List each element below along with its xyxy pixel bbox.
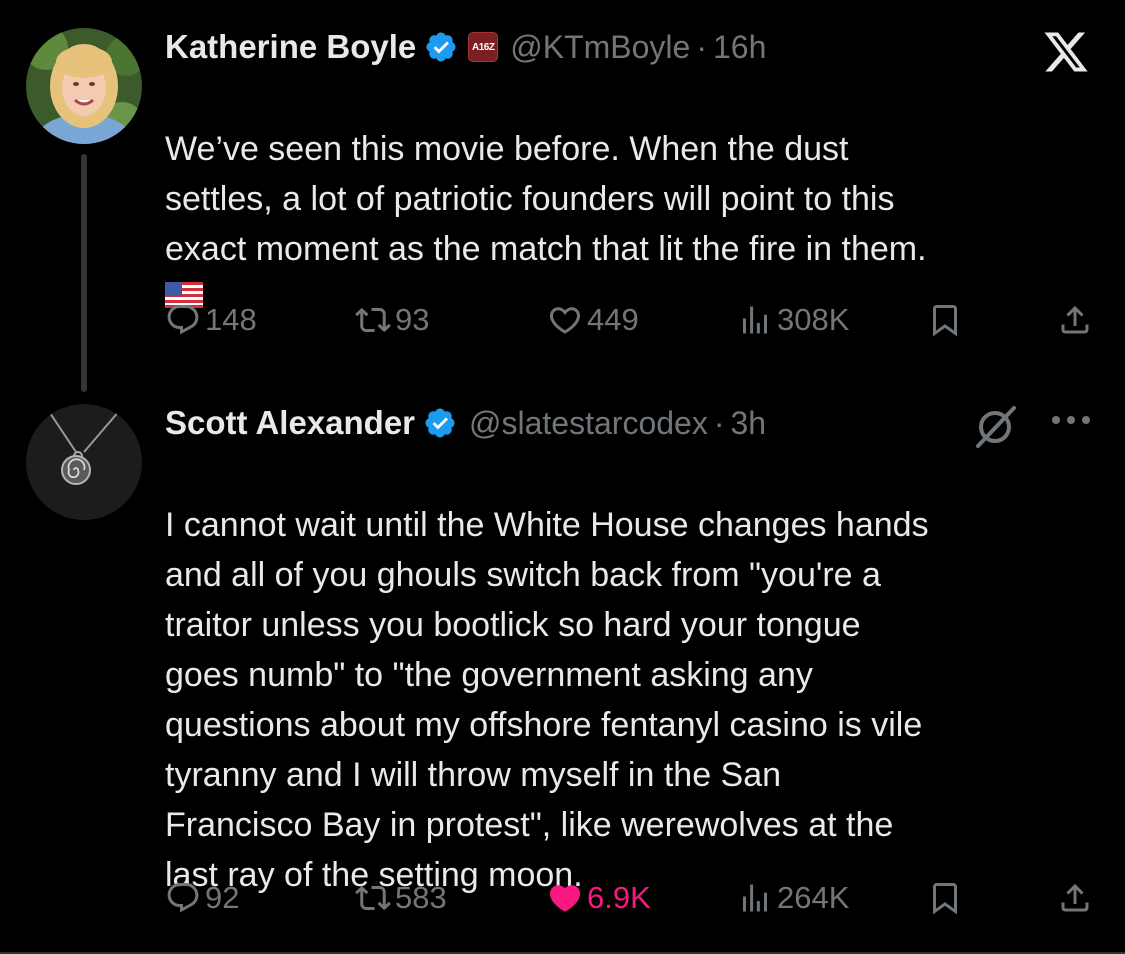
share-icon	[1061, 883, 1089, 912]
more-icon[interactable]	[1048, 412, 1094, 428]
tweet-actions: 148 93 449 308K	[165, 298, 1095, 342]
tweet-text-content: I cannot wait until the White House chan…	[165, 506, 929, 894]
verified-badge-icon	[426, 32, 456, 62]
grok-icon[interactable]	[970, 402, 1020, 452]
bookmark-icon	[933, 883, 957, 915]
tweet-text: I cannot wait until the White House chan…	[165, 450, 1095, 900]
author-name[interactable]: Katherine Boyle	[165, 28, 416, 66]
tweet-header: Scott Alexander @slatestarcodex · 3h	[165, 403, 766, 443]
author-handle[interactable]: @KTmBoyle	[510, 29, 690, 66]
bookmark-button[interactable]	[927, 876, 963, 920]
tweet-scott-alexander[interactable]: Scott Alexander @slatestarcodex · 3h I c…	[0, 380, 1125, 954]
tweet-text-content: We’ve seen this movie before. When the d…	[165, 130, 927, 268]
separator-dot: ·	[713, 404, 725, 441]
timestamp[interactable]: 3h	[730, 405, 766, 442]
heart-icon	[549, 885, 581, 912]
author-name[interactable]: Scott Alexander	[165, 404, 415, 442]
share-icon	[1061, 305, 1089, 334]
thread-connector-line	[81, 154, 87, 392]
avatar-scott-alexander[interactable]	[26, 404, 142, 520]
reply-icon	[167, 883, 199, 913]
views-count: 308K	[777, 302, 850, 337]
share-button[interactable]	[1057, 298, 1093, 342]
avatar-katherine-boyle[interactable]	[26, 28, 142, 144]
repost-button[interactable]: 93	[355, 298, 429, 342]
separator-dot: ·	[696, 28, 707, 65]
tweet-katherine-boyle[interactable]: Katherine Boyle A16Z @KTmBoyle · 16h We’…	[0, 0, 1125, 392]
affiliation-badge[interactable]: A16Z	[468, 32, 499, 62]
repost-icon	[355, 885, 391, 911]
views-icon	[743, 306, 767, 334]
x-logo-icon	[1044, 32, 1088, 72]
author-handle[interactable]: @slatestarcodex	[469, 405, 708, 442]
verified-badge-icon	[425, 408, 455, 438]
repost-count: 93	[395, 302, 430, 337]
reply-count: 148	[205, 302, 257, 337]
reply-button[interactable]: 92	[165, 876, 239, 920]
share-button[interactable]	[1057, 876, 1093, 920]
reply-count: 92	[205, 880, 240, 915]
tweet-actions: 92 583 6.9K 264K	[165, 876, 1095, 920]
like-button[interactable]: 449	[547, 298, 639, 342]
repost-button[interactable]: 583	[355, 876, 447, 920]
views-icon	[743, 884, 767, 912]
repost-count: 583	[395, 880, 447, 915]
reply-button[interactable]: 148	[165, 298, 257, 342]
tweet-header: Katherine Boyle A16Z @KTmBoyle · 16h	[165, 27, 766, 67]
views-button[interactable]: 264K	[737, 876, 849, 920]
like-count: 449	[587, 302, 639, 337]
heart-icon	[549, 307, 581, 334]
like-button[interactable]: 6.9K	[547, 876, 651, 920]
bookmark-button[interactable]	[927, 298, 963, 342]
like-count: 6.9K	[587, 880, 651, 915]
reply-icon	[167, 305, 199, 335]
views-count: 264K	[777, 880, 850, 915]
timestamp[interactable]: 16h	[713, 29, 766, 66]
repost-icon	[355, 307, 391, 333]
bookmark-icon	[933, 305, 957, 337]
views-button[interactable]: 308K	[737, 298, 849, 342]
